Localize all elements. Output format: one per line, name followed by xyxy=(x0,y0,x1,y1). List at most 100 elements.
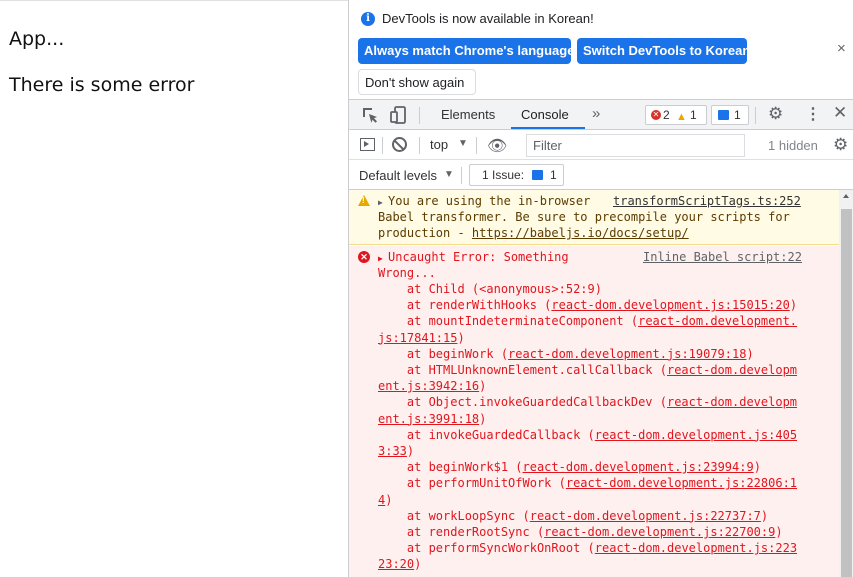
console-messages: ▶ You are using the in-browser transform… xyxy=(349,190,839,577)
chevron-down-icon[interactable]: ▼ xyxy=(444,169,454,180)
device-toolbar-icon[interactable] xyxy=(389,105,409,125)
stack-trace-line: at Object.invokeGuardedCallbackDev (reac… xyxy=(378,394,797,410)
sidebar-toggle-icon[interactable] xyxy=(360,138,375,151)
stack-frame-text: ) xyxy=(753,460,761,475)
stack-frame-text: at renderWithHooks ( xyxy=(378,298,552,313)
message-text: Uncaught Error: Something xyxy=(388,250,569,264)
expand-triangle-icon[interactable]: ▶ xyxy=(378,254,383,263)
scrollbar[interactable] xyxy=(839,190,853,577)
devtools-panel: i DevTools is now available in Korean! A… xyxy=(348,0,853,577)
stack-frame-link[interactable]: 23:20 xyxy=(378,557,414,571)
stack-frame-link[interactable]: react-dom.development.js:22700:9 xyxy=(544,525,775,539)
stack-frame-link[interactable]: react-dom.development.js:19079:18 xyxy=(508,347,746,361)
stack-frame-text: at Object.invokeGuardedCallbackDev ( xyxy=(378,395,667,410)
log-levels-dropdown[interactable]: Default levels xyxy=(359,168,437,183)
stack-frame-link[interactable]: react-dom.development.js:23994:9 xyxy=(523,460,754,474)
scroll-up-arrow-icon[interactable] xyxy=(843,194,849,198)
filter-input[interactable] xyxy=(526,134,745,157)
stack-frame-link[interactable]: 3:33 xyxy=(378,444,407,458)
stack-frame-link[interactable]: react-dom.development.js:22806:1 xyxy=(566,476,797,490)
stack-trace-line: 4) xyxy=(378,492,392,508)
issues-button[interactable]: 1 Issue: 1 xyxy=(469,164,564,186)
stack-trace-line: at mountIndeterminateComponent (react-do… xyxy=(378,313,797,329)
message-text: production - https://babeljs.io/docs/set… xyxy=(378,225,689,241)
toolbar-divider xyxy=(755,107,756,124)
expand-triangle-icon[interactable]: ▶ xyxy=(378,198,383,207)
message-text: Babel transformer. Be sure to precompile… xyxy=(378,210,790,224)
stack-trace-line: at renderWithHooks (react-dom.developmen… xyxy=(378,297,797,313)
issue-icon xyxy=(718,110,729,120)
stack-frame-link[interactable]: ent.js:3991:18 xyxy=(378,412,479,426)
stack-trace-line: js:17841:15) xyxy=(378,330,465,346)
tab-console[interactable]: Console xyxy=(511,100,579,130)
error-count: 2 xyxy=(663,108,670,122)
issues-count: 1 xyxy=(550,168,557,182)
issue-icon xyxy=(532,170,543,180)
source-link[interactable]: transformScriptTags.ts:252 xyxy=(613,193,801,209)
stack-frame-link[interactable]: js:17841:15 xyxy=(378,331,457,345)
infobar-message: DevTools is now available in Korean! xyxy=(382,11,594,26)
toolbar-divider xyxy=(419,107,420,124)
warning-count: 1 xyxy=(690,108,697,122)
dont-show-again-button[interactable]: Don't show again xyxy=(358,69,476,95)
stack-frame-text: at performSyncWorkOnRoot ( xyxy=(378,541,595,556)
stack-frame-link[interactable]: ent.js:3942:16 xyxy=(378,379,479,393)
devtools-main-toolbar: Elements Console » ✕ 2 ▲ 1 1 ⚙ ⋮ ✕ xyxy=(349,100,853,130)
stack-frame-text: at renderRootSync ( xyxy=(378,525,545,539)
language-infobar: i DevTools is now available in Korean! A… xyxy=(349,0,853,100)
app-heading: App... xyxy=(9,28,65,50)
close-icon[interactable]: × xyxy=(837,40,846,57)
warning-icon xyxy=(358,195,370,206)
stack-frame-link[interactable]: react-dom.developm xyxy=(667,395,797,409)
stack-frame-link[interactable]: react-dom.development.js:405 xyxy=(595,428,797,442)
docs-link[interactable]: https://babeljs.io/docs/setup/ xyxy=(472,226,689,240)
tab-elements[interactable]: Elements xyxy=(431,100,505,130)
clear-console-icon[interactable] xyxy=(392,137,407,152)
stack-frame-link[interactable]: react-dom.development. xyxy=(638,314,797,328)
console-warning-message: ▶ You are using the in-browser transform… xyxy=(349,190,839,245)
kebab-menu-icon[interactable]: ⋮ xyxy=(805,104,821,124)
switch-to-korean-button[interactable]: Switch DevTools to Korean xyxy=(577,38,750,64)
console-settings-icon[interactable]: ⚙ xyxy=(833,135,848,155)
context-selector[interactable]: top xyxy=(430,137,448,152)
active-tab-indicator xyxy=(511,127,585,129)
stack-frame-text: ) xyxy=(760,508,769,523)
message-text: production - xyxy=(378,226,472,240)
console-toolbar: top ▼ 👁 1 hidden ⚙ xyxy=(349,130,853,160)
stack-frame-text: ) xyxy=(414,557,422,572)
stack-frame-text: at mountIndeterminateComponent ( xyxy=(378,314,639,329)
stack-trace-line: 3:33) xyxy=(378,443,414,459)
issues-counter[interactable]: 1 xyxy=(711,105,749,125)
toolbar-divider xyxy=(382,137,383,154)
close-devtools-icon[interactable]: ✕ xyxy=(833,103,847,123)
stack-frame-text: at performUnitOfWork ( xyxy=(378,476,566,491)
stack-frame-link[interactable]: react-dom.development.js:22737:7 xyxy=(530,509,761,523)
eye-icon[interactable]: 👁 xyxy=(487,136,507,156)
issues-label: 1 Issue: xyxy=(482,168,525,182)
stack-trace-line: at Child (<anonymous>:52:9) xyxy=(378,281,602,297)
stack-frame-link[interactable]: react-dom.development.js:15015:20 xyxy=(551,298,789,312)
stack-trace-line: at invokeGuardedCallback (react-dom.deve… xyxy=(378,427,797,443)
scrollbar-thumb[interactable] xyxy=(841,209,852,577)
message-text: Wrong... xyxy=(378,266,436,280)
source-link[interactable]: Inline Babel script:22 xyxy=(643,249,802,265)
stack-frame-link[interactable]: react-dom.developm xyxy=(667,363,797,377)
stack-trace-line: 23:20) xyxy=(378,556,421,572)
hidden-messages-count: 1 hidden xyxy=(768,138,818,153)
more-tabs-icon[interactable]: » xyxy=(592,105,600,122)
gear-icon[interactable]: ⚙ xyxy=(768,104,783,124)
info-icon: i xyxy=(361,12,375,26)
stack-frame-link[interactable]: react-dom.development.js:223 xyxy=(595,541,797,555)
stack-frame-text: ) xyxy=(746,346,754,361)
stack-frame-text: ) xyxy=(479,411,487,426)
inspect-element-icon[interactable] xyxy=(360,105,380,125)
chevron-down-icon[interactable]: ▼ xyxy=(458,138,468,149)
error-warning-counter[interactable]: ✕ 2 ▲ 1 xyxy=(645,105,707,125)
error-message-text: There is some error xyxy=(9,74,195,96)
toolbar-divider xyxy=(461,167,462,184)
error-icon: ✕ xyxy=(358,251,370,263)
error-icon: ✕ xyxy=(651,110,661,120)
stack-frame-text: at HTMLUnknownElement.callCallback ( xyxy=(378,363,667,377)
always-match-language-button[interactable]: Always match Chrome's language xyxy=(358,38,574,64)
stack-frame-text: at invokeGuardedCallback ( xyxy=(378,427,595,442)
